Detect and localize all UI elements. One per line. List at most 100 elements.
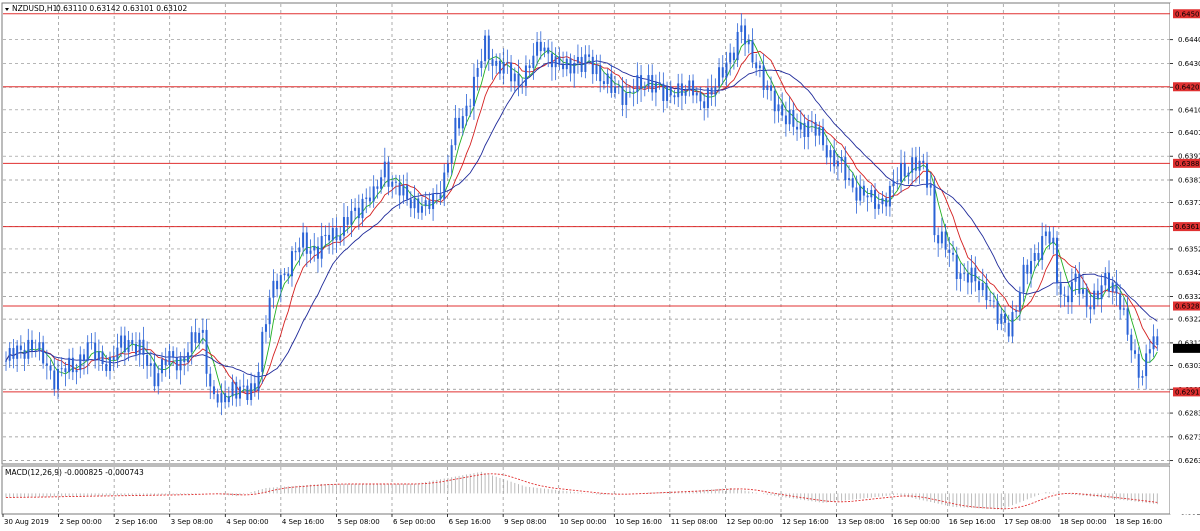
candle-body [168,351,171,366]
candle-body [212,386,215,395]
price-tick-label: 0.63030 [1178,362,1200,370]
candle-body [550,53,553,68]
ohlc-values: 0.63110 0.63142 0.63101 0.63102 [56,4,187,13]
candle-body [900,162,903,182]
candle-body [428,200,431,210]
candle-body [1018,292,1021,311]
price-tick-label: 0.64010 [1178,129,1200,137]
candle-body [848,178,851,181]
candle-body [261,331,264,372]
candle-body [30,339,33,351]
candle-body [283,273,286,276]
candle-body [929,184,932,188]
candle-body [1156,336,1159,345]
candle-body [276,280,279,290]
candle-body [881,198,884,205]
price-tick-label: 0.64300 [1178,60,1200,68]
candle-body [565,58,568,70]
candle-body [510,62,513,82]
candle-body [1059,283,1062,295]
candle-body [257,371,260,391]
candle-body [1096,290,1099,300]
candle-body [175,357,178,371]
candle-body [42,342,45,364]
candle-body [666,86,669,101]
candle-body [346,217,349,225]
candle-body [788,109,791,125]
candle-body [328,234,331,241]
candle-body [491,59,494,66]
candle-body [432,193,435,210]
candle-body [86,342,89,362]
candle-body [1004,313,1007,323]
candle-body [16,345,19,359]
candle-body [762,65,765,90]
candle-body [959,273,962,280]
candle-body [684,90,687,96]
candle-body [628,91,631,93]
candle-body [506,61,509,63]
price-tick-label: 0.62630 [1178,457,1200,465]
candle-body [224,393,227,403]
candle-body [1067,295,1070,303]
time-tick-label: 3 Sep 08:00 [171,518,213,526]
candle-body [149,363,152,366]
time-tick-label: 12 Sep 16:00 [782,518,829,526]
candle-body [498,60,501,74]
candle-body [68,357,71,373]
candle-body [640,75,643,89]
candle-body [799,122,802,130]
time-tick-label: 6 Sep 16:00 [449,518,491,526]
candle-body [706,87,709,108]
price-tick-label: 0.64400 [1178,36,1200,44]
candle-body [725,62,728,78]
candle-body [209,373,212,387]
price-chart[interactable]: 0.001810.00000-0.00138 0.644000.643000.6… [0,0,1200,531]
candle-body [461,116,464,129]
candle-body [227,396,230,403]
candle-body [914,157,917,171]
candle-body [376,186,379,189]
candle-body [105,363,108,372]
candle-body [123,335,126,353]
candle-body [290,251,293,277]
time-tick-label: 17 Sep 08:00 [1004,518,1051,526]
time-axis: 30 Aug 2019 2 Sep 00:00 2 Sep 16:00 3 Sep 0… [2,514,1162,526]
price-level-tag-label: 0.63614 [1175,223,1200,231]
candle-body [1037,252,1040,260]
candle-body [250,383,253,401]
candle-body [1130,334,1133,351]
candle-body [127,340,130,353]
candle-body [703,101,706,108]
candle-body [253,383,256,391]
candle-body [413,198,416,209]
candle-body [729,52,732,63]
candle-body [142,339,145,355]
candle-body [357,207,360,219]
candle-body [443,172,446,200]
candle-body [1108,272,1111,292]
candle-body [803,122,806,138]
candle-body [532,55,535,68]
candle-body [822,127,825,146]
candle-body [164,359,167,366]
candle-body [372,186,375,202]
candle-body [770,85,773,91]
candle-body [205,329,208,374]
candle-body [602,81,605,84]
candle-body [120,335,123,348]
candle-body [1104,272,1107,286]
time-tick-label: 4 Sep 16:00 [282,518,324,526]
candle-body [744,25,747,45]
time-tick-label: 10 Sep 16:00 [615,518,662,526]
candle-body [1033,252,1036,262]
price-tick-label: 0.62730 [1178,433,1200,441]
candle-body [940,231,943,244]
candle-body [773,90,776,112]
candle-body [350,210,353,225]
candle-body [981,282,984,291]
candle-body [844,157,847,181]
candle-body [242,385,245,387]
candle-body [558,56,561,65]
price-level-tag-label: 0.64202 [1175,83,1200,91]
